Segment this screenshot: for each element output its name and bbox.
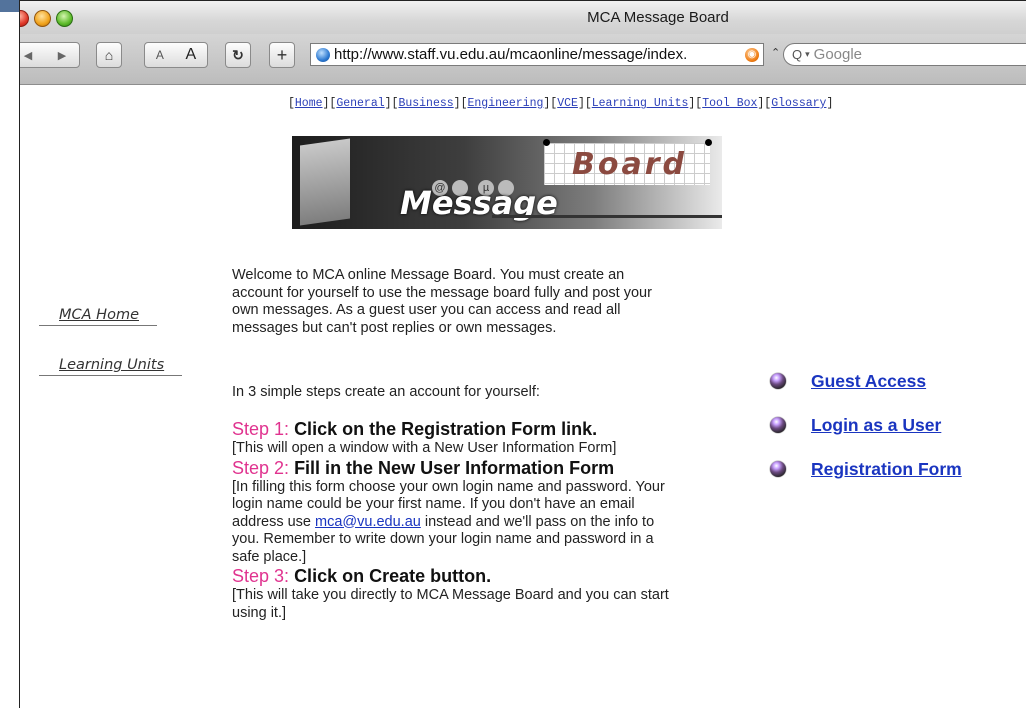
step-1-note: [This will open a window with a New User… (232, 440, 617, 456)
add-bookmark-button[interactable]: + (269, 42, 295, 68)
reload-button[interactable]: ↻ (225, 42, 251, 68)
topnav-link-general[interactable]: General (336, 97, 384, 110)
topnav-link-business[interactable]: Business (398, 97, 453, 110)
bullet-orb-icon (770, 373, 786, 389)
bullet-orb-icon (770, 417, 786, 433)
message-board-banner: Board @ µ Message (292, 136, 722, 229)
step-1-label: Step 1: (232, 419, 290, 439)
login-item: Login as a User (770, 415, 962, 435)
search-placeholder: Google (813, 46, 863, 63)
forward-arrow-icon[interactable]: ▶ (58, 49, 66, 62)
step-2-heading: Step 2: Fill in the New User Information… (232, 458, 672, 479)
action-links: Guest Access Login as a User Registratio… (770, 371, 962, 503)
step-2-title: Fill in the New User Information Form (294, 457, 615, 478)
rss-icon[interactable]: ◉ (745, 47, 759, 62)
browser-window: MCA Message Board ◀ ▶ ⌂ A A ↻ + http://w… (19, 0, 1026, 708)
email-link[interactable]: mca@vu.edu.au (315, 514, 421, 530)
steps-intro: In 3 simple steps create an account for … (232, 384, 540, 400)
registration-form-link[interactable]: Registration Form (811, 459, 962, 480)
step-1-heading: Step 1: Click on the Registration Form l… (232, 419, 672, 440)
topnav-link-vce[interactable]: VCE (557, 97, 578, 110)
bullet-orb-icon (770, 461, 786, 477)
search-icon[interactable]: Q (792, 47, 802, 62)
banner-paper-graphic (300, 138, 350, 226)
banner-board-word: Board (572, 147, 687, 182)
banner-dot-left (543, 139, 550, 146)
address-bar[interactable]: http://www.staff.vu.edu.au/mcaonline/mes… (310, 43, 764, 66)
address-history-chevron-icon[interactable]: ⌃ (771, 46, 780, 59)
window-title: MCA Message Board (587, 9, 729, 26)
step-2-note: [In filling this form choose your own lo… (232, 479, 672, 567)
steps-list: Step 1: Click on the Registration Form l… (232, 419, 672, 622)
reload-icon: ↻ (232, 46, 244, 63)
step-3-heading: Step 3: Click on Create button. (232, 566, 672, 587)
search-field[interactable]: Q ▾ Google (783, 43, 1026, 66)
registration-item: Registration Form (770, 459, 962, 479)
text-bigger-button[interactable]: A (186, 46, 197, 64)
site-globe-icon (316, 47, 330, 62)
sidebar-link-learning-units[interactable]: Learning Units (39, 357, 183, 376)
guest-access-item: Guest Access (770, 371, 962, 391)
step-3-title: Click on Create button. (294, 566, 492, 586)
step-3-note: [This will take you directly to MCA Mess… (232, 587, 669, 621)
page-content: [Home][General][Business][Engineering][V… (20, 85, 1026, 708)
welcome-text: Welcome to MCA online Message Board. You… (232, 267, 652, 336)
corner-tab (0, 0, 19, 12)
step-3-label: Step 3: (232, 566, 290, 586)
topnav-link-engineering[interactable]: Engineering (467, 97, 543, 110)
banner-dot-right (705, 139, 712, 146)
guest-access-link[interactable]: Guest Access (811, 371, 926, 392)
topnav-link-learning-units[interactable]: Learning Units (592, 97, 689, 110)
back-arrow-icon[interactable]: ◀ (24, 49, 32, 62)
search-engine-chevron-icon[interactable]: ▾ (805, 49, 810, 60)
top-navigation: [Home][General][Business][Engineering][V… (288, 97, 834, 110)
back-forward-buttons: ◀ ▶ (20, 42, 80, 68)
topnav-link-glossary[interactable]: Glossary (771, 97, 826, 110)
sidebar-link-mca-home[interactable]: MCA Home (39, 307, 157, 326)
home-button[interactable]: ⌂ (96, 42, 122, 68)
text-smaller-button[interactable]: A (156, 48, 164, 62)
topnav-link-tool-box[interactable]: Tool Box (702, 97, 757, 110)
text-size-buttons: A A (144, 42, 208, 68)
banner-bar (492, 215, 722, 218)
browser-toolbar: ◀ ▶ ⌂ A A ↻ + http://www.staff.vu.edu.au… (20, 34, 1026, 85)
address-text[interactable]: http://www.staff.vu.edu.au/mcaonline/mes… (334, 46, 745, 63)
title-bar: MCA Message Board (20, 1, 1026, 35)
home-icon: ⌂ (104, 47, 114, 63)
step-2-label: Step 2: (232, 457, 290, 478)
step-1-title: Click on the Registration Form link. (294, 419, 598, 439)
login-as-user-link[interactable]: Login as a User (811, 415, 941, 436)
topnav-link-home[interactable]: Home (295, 97, 323, 110)
